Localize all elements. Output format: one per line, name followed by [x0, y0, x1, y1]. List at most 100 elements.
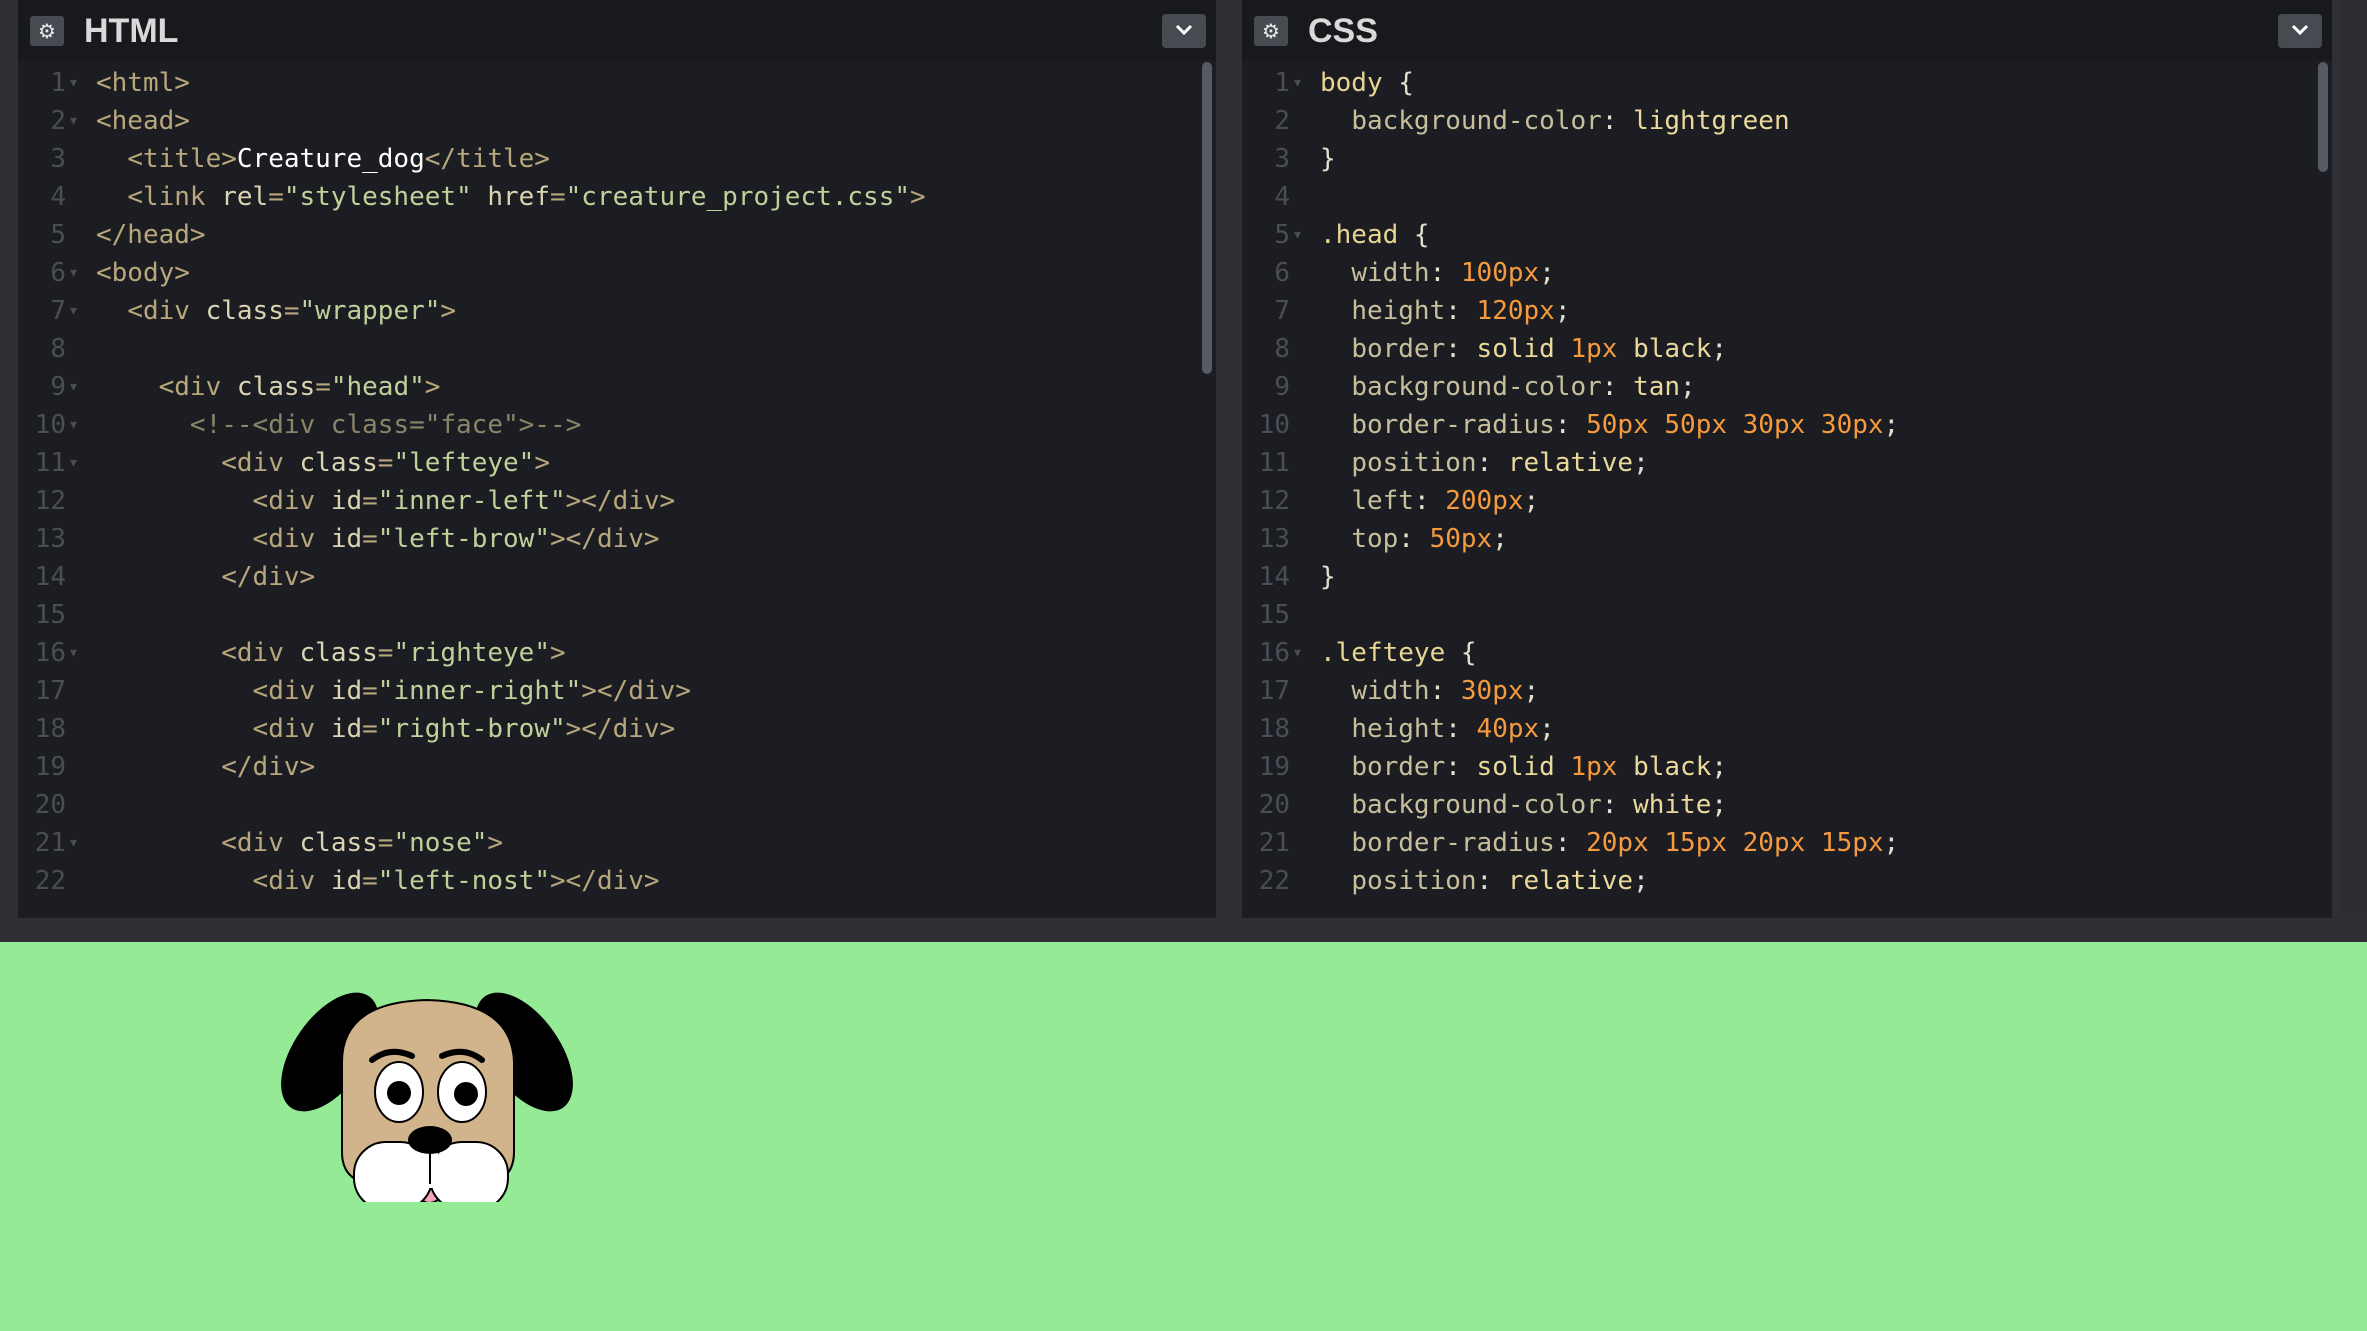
code-token: ; [1883, 410, 1900, 440]
fold-arrow-icon[interactable]: ▾ [70, 368, 77, 406]
html-code-line[interactable]: 9 ▾ <div class="head"> [18, 368, 1216, 406]
html-code-line[interactable]: 8 [18, 330, 1216, 368]
fold-arrow-icon[interactable]: ▾ [70, 634, 77, 672]
css-code-editor[interactable]: 1 ▾ body {2 background-color: lightgreen 3}… [1242, 60, 2332, 918]
html-code-text: <!--<div class="face">--> [96, 406, 581, 444]
css-code-line[interactable]: 19 border: solid 1px black; [1242, 748, 2332, 786]
css-code-line[interactable]: 10 border-radius: 50px 50px 30px 30px; [1242, 406, 2332, 444]
html-code-text: <div class="nose"> [96, 824, 503, 862]
html-code-line[interactable]: 21 ▾ <div class="nose"> [18, 824, 1216, 862]
css-line-number: 9 [1274, 372, 1290, 402]
css-code-line[interactable]: 1 ▾ body { [1242, 64, 2332, 102]
panel-resize-handle[interactable] [0, 918, 2367, 942]
css-code-line[interactable]: 11 position: relative; [1242, 444, 2332, 482]
code-token: ></div> [581, 676, 691, 706]
fold-arrow-icon[interactable]: ▾ [70, 292, 77, 330]
html-line-number: 13 [34, 524, 66, 554]
css-code-line[interactable]: 18 height: 40px; [1242, 710, 2332, 748]
css-code-text: border-radius: 50px 50px 30px 30px; [1320, 406, 1899, 444]
html-code-line[interactable]: 10 ▾ <!--<div class="face">--> [18, 406, 1216, 444]
css-code-line[interactable]: 20 background-color: white; [1242, 786, 2332, 824]
html-code-line[interactable]: 4 <link rel="stylesheet" href="creature_… [18, 178, 1216, 216]
css-code-line[interactable]: 21 border-radius: 20px 15px 20px 15px; [1242, 824, 2332, 862]
code-token: "left-brow" [377, 524, 550, 554]
fold-arrow-icon[interactable]: ▾ [1294, 634, 1301, 672]
css-code-line[interactable]: 3} [1242, 140, 2332, 178]
html-code-line[interactable]: 3 <title>Creature_dog</title> [18, 140, 1216, 178]
code-token: > [440, 296, 457, 326]
css-editor-panel: ⚙ CSS 1 ▾ body {2 background-color: lightg… [1242, 0, 2332, 918]
css-line-number: 7 [1274, 296, 1290, 326]
html-code-line[interactable]: 17 <div id="inner-right"></div> [18, 672, 1216, 710]
code-token: : [1554, 828, 1587, 858]
css-code-text: background-color: white; [1320, 786, 1727, 824]
code-token: <div [252, 676, 331, 706]
css-code-line[interactable]: 9 background-color: tan; [1242, 368, 2332, 406]
code-token: 50px 50px 30px 30px [1586, 410, 1884, 440]
html-code-line[interactable]: 7 ▾ <div class="wrapper"> [18, 292, 1216, 330]
html-line-number: 22 [34, 866, 66, 896]
html-code-line[interactable]: 20 [18, 786, 1216, 824]
css-code-line[interactable]: 6 width: 100px; [1242, 254, 2332, 292]
css-code-line[interactable]: 8 border: solid 1px black; [1242, 330, 2332, 368]
html-code-line[interactable]: 22 <div id="left-nost"></div> [18, 862, 1216, 900]
code-token: <body> [96, 258, 190, 288]
fold-arrow-icon[interactable]: ▾ [70, 102, 77, 140]
js-panel-collapsed[interactable]: JS [2340, 0, 2367, 942]
css-code-line[interactable]: 5 ▾ .head { [1242, 216, 2332, 254]
code-token: : [1445, 714, 1477, 744]
css-code-line[interactable]: 7 height: 120px; [1242, 292, 2332, 330]
code-token: rel [221, 182, 269, 212]
html-code-line[interactable]: 2 ▾ <head> [18, 102, 1216, 140]
fold-arrow-icon[interactable]: ▾ [70, 824, 77, 862]
fold-arrow-icon[interactable]: ▾ [70, 406, 77, 444]
code-token: ; [1883, 828, 1900, 858]
html-code-line[interactable]: 12 <div id="inner-left"></div> [18, 482, 1216, 520]
fold-arrow-icon[interactable]: ▾ [1294, 216, 1301, 254]
code-token: "wrapper" [299, 296, 441, 326]
code-token: { [1413, 220, 1430, 250]
html-code-line[interactable]: 5 </head> [18, 216, 1216, 254]
fold-arrow-icon[interactable]: ▾ [70, 444, 77, 482]
fold-arrow-icon[interactable]: ▾ [70, 64, 77, 102]
code-token: 120px [1476, 296, 1555, 326]
html-code-line[interactable]: 16 ▾ <div class="righteye"> [18, 634, 1216, 672]
css-code-line[interactable]: 15 [1242, 596, 2332, 634]
css-code-line[interactable]: 14} [1242, 558, 2332, 596]
code-token: height [1351, 296, 1446, 326]
html-code-line[interactable]: 1 ▾ <html> [18, 64, 1216, 102]
html-code-line[interactable]: 11 ▾ <div class="lefteye"> [18, 444, 1216, 482]
html-code-line[interactable]: 19 </div> [18, 748, 1216, 786]
html-line-number: 19 [34, 752, 66, 782]
html-code-line[interactable]: 13 <div id="left-brow"></div> [18, 520, 1216, 558]
code-token: ; [1539, 258, 1555, 288]
html-settings-button[interactable]: ⚙ [30, 16, 64, 46]
html-code-line[interactable]: 15 [18, 596, 1216, 634]
css-code-line[interactable]: 4 [1242, 178, 2332, 216]
code-token: ; [1633, 866, 1649, 896]
css-code-line[interactable]: 2 background-color: lightgreen [1242, 102, 2332, 140]
html-code-line[interactable]: 18 <div id="right-brow"></div> [18, 710, 1216, 748]
fold-arrow-icon[interactable]: ▾ [70, 254, 77, 292]
html-code-line[interactable]: 14 </div> [18, 558, 1216, 596]
css-code-text: top: 50px; [1320, 520, 1508, 558]
html-code-editor[interactable]: 1 ▾ <html> 2 ▾ <head> 3 <title>Creature_dog</t… [18, 60, 1216, 918]
chevron-down-icon [2291, 24, 2309, 36]
css-code-line[interactable]: 22 position: relative; [1242, 862, 2332, 900]
css-settings-button[interactable]: ⚙ [1254, 16, 1288, 46]
code-token: <div [252, 486, 331, 516]
html-code-line[interactable]: 6 ▾ <body> [18, 254, 1216, 292]
css-code-line[interactable]: 16 ▾ .lefteye { [1242, 634, 2332, 672]
html-collapse-button[interactable] [1162, 14, 1206, 48]
css-collapse-button[interactable] [2278, 14, 2322, 48]
css-code-text: body { [1320, 64, 1414, 102]
css-code-line[interactable]: 13 top: 50px; [1242, 520, 2332, 558]
css-code-line[interactable]: 12 left: 200px; [1242, 482, 2332, 520]
fold-arrow-icon[interactable]: ▾ [1294, 64, 1301, 102]
css-code-line[interactable]: 17 width: 30px; [1242, 672, 2332, 710]
